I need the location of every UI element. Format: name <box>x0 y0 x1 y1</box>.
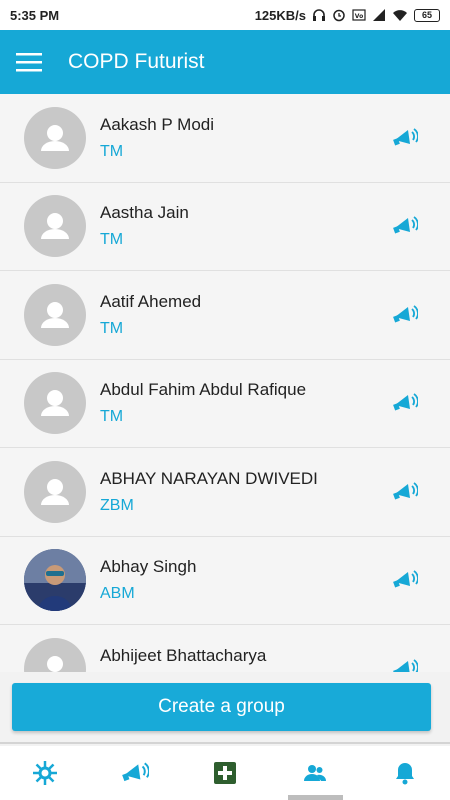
contact-role: TM <box>100 231 124 249</box>
megaphone-icon[interactable] <box>90 746 180 800</box>
user-photo-icon <box>24 549 86 612</box>
contact-name: Abhijeet Bhattacharya <box>100 645 267 665</box>
person-placeholder-icon <box>41 301 69 328</box>
megaphone-icon[interactable] <box>390 123 420 153</box>
avatar <box>24 106 86 169</box>
list-item[interactable]: ABHAY NARAYAN DWIVEDI ZBM <box>0 448 450 537</box>
svg-text:Vo: Vo <box>355 13 363 20</box>
settings-wheel-icon[interactable] <box>0 746 90 800</box>
status-icons: 125KB/s Vo 65 <box>255 8 440 23</box>
bell-icon[interactable] <box>360 746 450 800</box>
person-placeholder-icon <box>47 655 63 672</box>
page-title: COPD Futurist <box>68 50 205 73</box>
contact-name: Aatif Ahemed <box>100 291 202 311</box>
network-speed: 125KB/s <box>254 7 306 23</box>
contact-role: ZBM <box>100 496 134 514</box>
contact-name: Abdul Fahim Abdul Rafique <box>100 380 307 400</box>
contact-role: TM <box>100 142 124 160</box>
nav-active-indicator <box>288 795 343 800</box>
avatar <box>24 283 86 346</box>
status-bar: 5:35 PM 125KB/s Vo 65 <box>0 0 450 30</box>
list-item[interactable]: Abhijeet Bhattacharya TM <box>0 625 450 672</box>
contact-name: Aakash P Modi <box>100 114 215 134</box>
contacts-icon[interactable] <box>270 746 360 800</box>
contact-name: Abhay Singh <box>100 557 197 577</box>
megaphone-icon[interactable] <box>390 654 420 672</box>
list-item[interactable]: Abhay Singh ABM <box>0 536 450 625</box>
list-item[interactable]: Aatif Ahemed TM <box>0 271 450 360</box>
avatar <box>24 372 86 435</box>
contact-list[interactable]: Aakash P Modi TM Aastha Jain TM Aatif Ah… <box>0 94 450 672</box>
contact-role: ABM <box>100 585 135 603</box>
wifi-icon <box>392 8 408 22</box>
list-item[interactable]: Aastha Jain TM <box>0 182 450 271</box>
hamburger-menu-icon[interactable] <box>0 30 58 94</box>
volte-icon: Vo <box>352 8 366 22</box>
add-icon[interactable] <box>180 746 270 800</box>
avatar <box>24 195 86 258</box>
megaphone-icon[interactable] <box>390 388 420 418</box>
bottom-nav <box>0 746 450 800</box>
signal-icon <box>372 8 386 22</box>
alarm-icon <box>332 8 346 22</box>
contact-role: TM <box>100 408 124 426</box>
person-placeholder-icon <box>41 124 69 151</box>
megaphone-icon[interactable] <box>390 300 420 330</box>
status-time: 5:35 PM <box>10 7 60 23</box>
person-placeholder-icon <box>41 478 69 505</box>
person-placeholder-icon <box>41 213 69 240</box>
contact-role: TM <box>100 319 124 337</box>
megaphone-icon[interactable] <box>390 565 420 595</box>
avatar <box>24 637 86 672</box>
contact-name: ABHAY NARAYAN DWIVEDI <box>100 468 318 488</box>
battery-indicator: 65 <box>414 8 440 22</box>
person-placeholder-icon <box>41 390 69 417</box>
create-group-button[interactable]: Create a group <box>12 683 431 731</box>
avatar-photo <box>24 549 86 612</box>
list-item[interactable]: Aakash P Modi TM <box>0 94 450 183</box>
megaphone-icon[interactable] <box>390 477 420 507</box>
contact-name: Aastha Jain <box>100 203 189 223</box>
megaphone-icon[interactable] <box>390 211 420 241</box>
headphones-icon <box>312 8 326 22</box>
app-bar: COPD Futurist <box>0 30 450 94</box>
list-item[interactable]: Abdul Fahim Abdul Rafique TM <box>0 359 450 448</box>
avatar <box>24 460 86 523</box>
create-group-bar: Create a group <box>0 672 450 744</box>
